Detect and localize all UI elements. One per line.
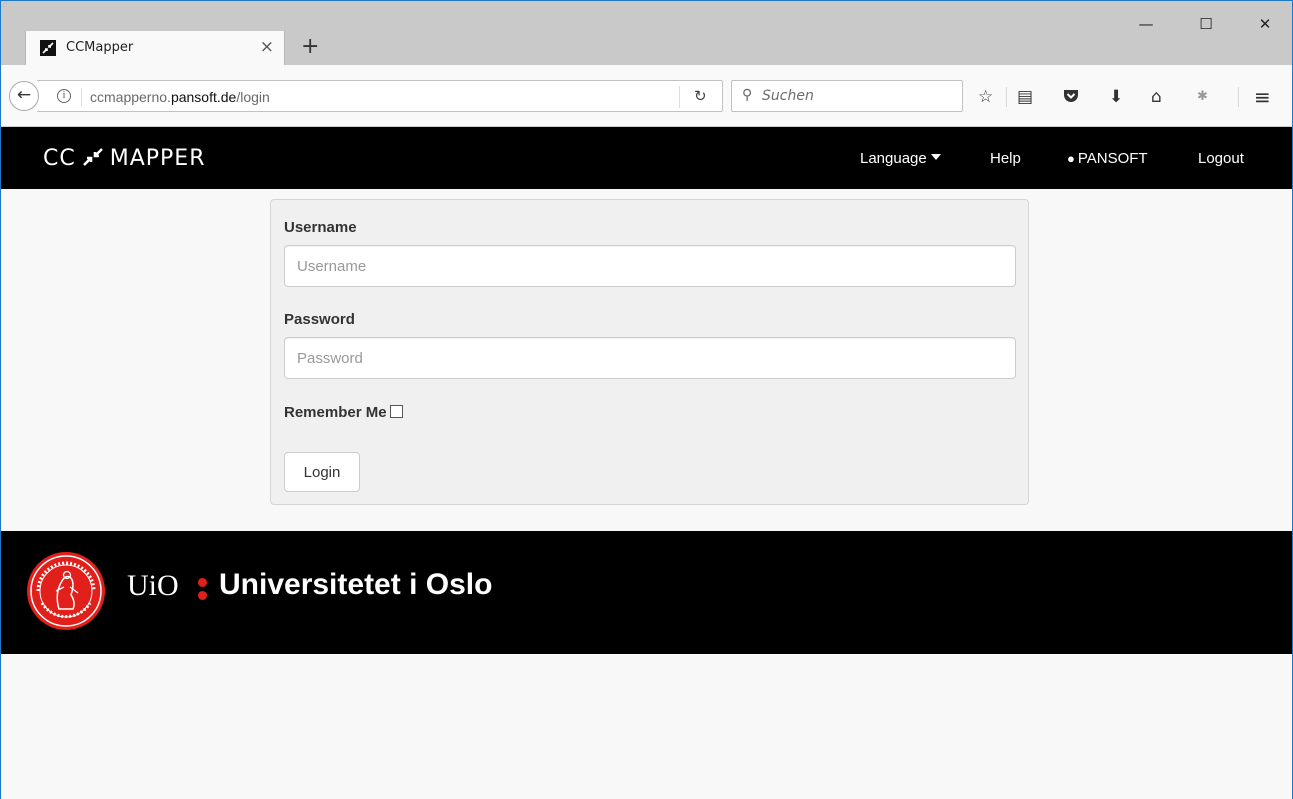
download-icon[interactable]: ⬇ [1109, 87, 1123, 107]
toolbar-separator-2 [1238, 87, 1239, 107]
browser-window: CCMapper × + — ☐ ✕ i ccmapperno.pansoft.… [0, 0, 1293, 799]
extension-icon[interactable]: ✱ [1197, 87, 1208, 107]
star-icon[interactable]: ☆ [978, 87, 993, 107]
remember-me-label: Remember Me [284, 404, 387, 421]
minimize-button[interactable]: — [1123, 15, 1169, 45]
uio-text: UiO [127, 569, 179, 602]
tab-strip: CCMapper × + — ☐ ✕ [1, 1, 1292, 65]
remember-me-checkbox[interactable] [389, 405, 403, 418]
user-link[interactable]: ● PANSOFT [1067, 150, 1148, 167]
password-label: Password [284, 311, 355, 328]
back-arrow-icon[interactable]: ← [9, 81, 39, 111]
logout-link[interactable]: Logout [1198, 150, 1244, 167]
help-link[interactable]: Help [990, 150, 1021, 167]
reading-list-icon[interactable]: ▤ [1017, 87, 1033, 107]
search-icon: ⚲ [742, 87, 753, 103]
close-window-button[interactable]: ✕ [1242, 15, 1288, 45]
brand-logo[interactable]: CC MAPPER [43, 146, 206, 171]
uio-seal-icon [26, 551, 106, 631]
ccmapper-favicon-icon [40, 40, 56, 56]
browser-toolbar: i ccmapperno.pansoft.de/login ↻ ← ⚲ ☆ ▤ … [1, 65, 1292, 127]
menu-icon[interactable]: ≡ [1254, 87, 1271, 107]
tab-title: CCMapper [66, 40, 134, 55]
caret-down-icon [930, 154, 941, 160]
tab-close-icon[interactable]: × [260, 37, 274, 57]
search-input[interactable] [762, 81, 958, 111]
url-bar[interactable]: i ccmapperno.pansoft.de/login ↻ [37, 80, 723, 112]
university-name: Universitetet i Oslo [219, 568, 493, 601]
url-separator [81, 88, 82, 106]
maximize-button[interactable]: ☐ [1183, 15, 1229, 45]
home-icon[interactable]: ⌂ [1151, 87, 1162, 107]
remember-me-row: Remember Me [284, 404, 403, 421]
info-icon[interactable]: i [57, 89, 71, 103]
login-panel: Username Password Remember Me Login [270, 199, 1029, 505]
reload-separator [679, 86, 680, 108]
url-text[interactable]: ccmapperno.pansoft.de/login [90, 89, 270, 105]
tab-ccmapper[interactable]: CCMapper × [25, 31, 285, 65]
pocket-icon[interactable] [1062, 87, 1080, 110]
uio-dots-icon [198, 571, 208, 607]
reload-icon[interactable]: ↻ [694, 87, 707, 105]
password-input[interactable] [284, 337, 1016, 379]
new-tab-button[interactable]: + [301, 34, 319, 59]
toolbar-separator [1006, 87, 1007, 107]
username-input[interactable] [284, 245, 1016, 287]
search-bar[interactable]: ⚲ [731, 80, 963, 112]
brand-arrows-icon [82, 146, 104, 171]
username-label: Username [284, 219, 357, 236]
url-domain: pansoft.de [170, 89, 237, 105]
user-icon: ● [1067, 151, 1075, 166]
university-footer: UiO Universitetet i Oslo [1, 531, 1292, 654]
login-button[interactable]: Login [284, 452, 360, 492]
site-navbar: CC MAPPER Language Help ● PANSOFT Logout [1, 127, 1292, 189]
language-dropdown[interactable]: Language [860, 150, 941, 167]
